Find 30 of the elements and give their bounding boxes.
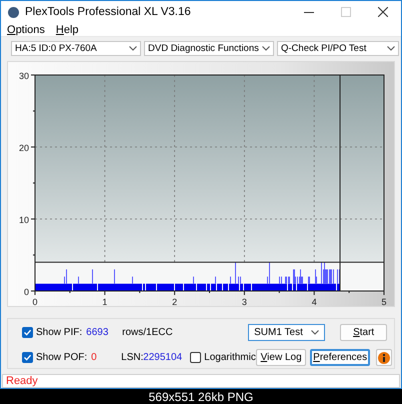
axis-label: 0	[24, 287, 29, 298]
preferences-button[interactable]: Preferences	[310, 349, 370, 366]
checkbox-label: Show PIF:	[36, 327, 82, 338]
status-bar: Ready	[2, 374, 400, 388]
checkbox-label: Show POF:	[36, 352, 88, 364]
pof-value: 0	[91, 352, 98, 364]
axis-label: 4	[312, 297, 317, 306]
drive-select[interactable]: HA:5 ID:0 PX-760A	[11, 41, 141, 56]
axis-label: 0	[32, 297, 38, 306]
axis-label: 3	[242, 297, 247, 306]
pif-value: 6693	[86, 327, 110, 338]
axis-label: 5	[382, 297, 386, 306]
function-select[interactable]: DVD Diagnostic Functions	[144, 41, 274, 56]
axis-label: 2	[172, 297, 178, 306]
checkbox-label: Logarithmic	[204, 352, 256, 364]
lsn-label: LSN:	[121, 352, 144, 364]
axis-label: 10	[18, 215, 29, 226]
axis-label: 1	[102, 297, 108, 306]
image-caption: 569x551 26kb PNG	[148, 390, 254, 404]
unit-label: rows/1ECC	[122, 327, 174, 338]
axis-label: 20	[18, 143, 29, 154]
sum-test-select[interactable]: SUM1 Test	[248, 324, 326, 342]
lsn-value: 2295104	[143, 352, 184, 364]
window-title: PlexTools Professional XL V3.16	[25, 6, 192, 18]
test-select[interactable]: Q-Check PI/PO Test	[277, 41, 399, 56]
menu-item[interactable]: Help	[56, 24, 79, 36]
axis-label: 30	[18, 71, 29, 82]
menu-item[interactable]: Options	[7, 24, 45, 36]
start-button[interactable]: Start	[340, 324, 388, 342]
view-log-button[interactable]: View Log	[256, 349, 306, 366]
